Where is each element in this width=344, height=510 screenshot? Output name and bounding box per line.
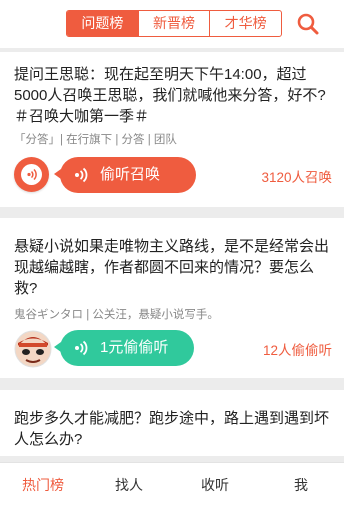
question-text[interactable]: 悬疑小说如果走唯物主义路线，是不是经常会出现越编越瞎，作者都圆不回来的情况？要怎… — [14, 236, 334, 299]
search-icon[interactable] — [296, 12, 320, 36]
sound-wave-icon — [27, 168, 37, 181]
listen-button[interactable]: 偷听召唤 — [54, 157, 196, 193]
question-card[interactable]: 跑步多久才能减肥？跑步途中，路上遇到遇到坏人怎么办? — [0, 390, 344, 456]
answerer-info: 鬼谷ギンタロ | 公关汪，悬疑小说写手。 — [14, 309, 219, 321]
nav-hot-ranking[interactable]: 热门榜 — [0, 463, 86, 510]
question-card[interactable]: 提问王思聪：现在起至明天下午14:00，超过5000人召唤王思聪，我们就喊他来分… — [0, 52, 344, 207]
tab-new-ranking[interactable]: 新晋榜 — [137, 11, 210, 36]
sound-wave-icon — [75, 167, 88, 183]
listen-button[interactable]: 1元偷偷听 — [54, 330, 194, 366]
ranking-tab-group: 问题榜 新晋榜 才华榜 — [66, 10, 282, 37]
tab-question-ranking[interactable]: 问题榜 — [67, 11, 138, 36]
answerer-info: 「分答」| 在行旗下 | 分答 | 团队 — [14, 134, 177, 146]
avatar[interactable] — [14, 330, 52, 368]
listen-count: 3120人召唤 — [261, 170, 332, 185]
listen-count: 12人偷偷听 — [262, 343, 332, 358]
tab-talent-ranking[interactable]: 才华榜 — [209, 11, 281, 36]
question-card[interactable]: 悬疑小说如果走唯物主义路线，是不是经常会出现越编越瞎，作者都圆不回来的情况？要怎… — [0, 218, 344, 378]
sound-wave-icon — [75, 340, 88, 356]
listen-button-label: 偷听召唤 — [100, 166, 161, 183]
listen-button-label: 1元偷偷听 — [100, 339, 169, 356]
nav-listened[interactable]: 收听 — [172, 463, 258, 510]
avatar[interactable] — [14, 157, 49, 192]
bottom-nav: 热门榜 找人 收听 我 — [0, 462, 344, 510]
nav-find-people[interactable]: 找人 — [86, 463, 172, 510]
nav-me[interactable]: 我 — [258, 463, 344, 510]
question-text[interactable]: 跑步多久才能减肥？跑步途中，路上遇到遇到坏人怎么办? — [14, 408, 334, 450]
question-text[interactable]: 提问王思聪：现在起至明天下午14:00，超过5000人召唤王思聪，我们就喊他来分… — [14, 64, 334, 127]
top-bar: 问题榜 新晋榜 才华榜 — [0, 0, 344, 48]
